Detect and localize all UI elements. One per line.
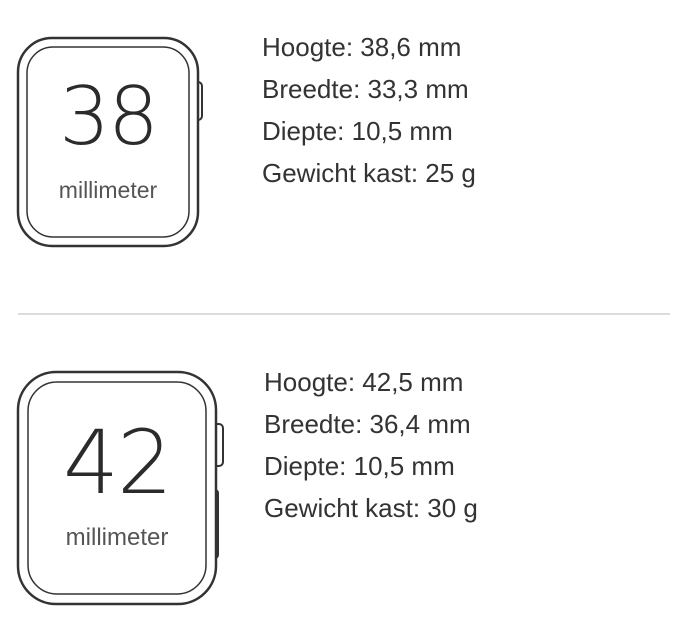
watch-size-unit: millimeter	[58, 177, 158, 203]
section-divider	[18, 313, 670, 315]
spec-width: Breedte: 33,3 mm	[262, 74, 469, 104]
watch-38-specs: Hoogte: 38,6 mm Breedte: 33,3 mm Diepte:…	[262, 26, 476, 194]
spec-weight: Gewicht kast: 30 g	[264, 493, 478, 523]
spec-height: Hoogte: 38,6 mm	[262, 32, 462, 62]
watch-42-illustration: 42 millimeter	[16, 370, 232, 608]
watch-42-specs: Hoogte: 42,5 mm Breedte: 36,4 mm Diepte:…	[264, 361, 478, 529]
spec-weight: Gewicht kast: 25 g	[262, 158, 476, 188]
spec-depth: Diepte: 10,5 mm	[264, 451, 455, 481]
watch-size-unit: millimeter	[65, 524, 169, 551]
spec-depth: Diepte: 10,5 mm	[262, 116, 453, 146]
watch-size-number: 42	[63, 411, 173, 514]
watch-size-number: 38	[59, 70, 159, 163]
spec-height: Hoogte: 42,5 mm	[264, 367, 464, 397]
watch-38-illustration: 38 millimeter	[16, 36, 216, 250]
spec-width: Breedte: 36,4 mm	[264, 409, 471, 439]
